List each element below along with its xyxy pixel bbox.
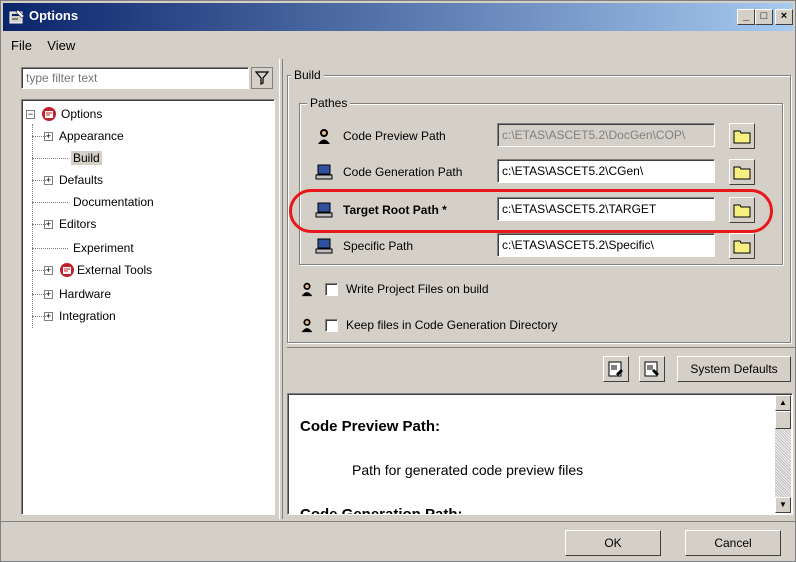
panel-splitter[interactable] (279, 59, 283, 519)
write-project-files-row[interactable]: Write Project Files on build (299, 278, 489, 300)
tree-item-label: Build (71, 151, 102, 165)
help-text-code-preview: Path for generated code preview files (352, 462, 584, 478)
browse-code-generation-button[interactable] (729, 159, 755, 185)
keep-files-row[interactable]: Keep files in Code Generation Directory (299, 314, 557, 336)
highlight-annotation (289, 189, 773, 233)
specific-path-label: Specific Path (343, 239, 414, 253)
help-heading-code-preview: Code Preview Path: (300, 418, 441, 435)
options-tree: − Options + Appearance Build + Defaults … (21, 99, 275, 515)
user-icon (318, 129, 330, 144)
options-root-icon (42, 107, 56, 121)
menu-bar: File View (5, 35, 81, 55)
browse-code-preview-button[interactable] (729, 123, 755, 149)
scroll-up-button[interactable]: ▲ (775, 395, 791, 411)
window-title: Options (29, 8, 79, 23)
tree-item-label: Experiment (73, 241, 134, 255)
help-panel: Code Preview Path: Path for generated co… (287, 393, 793, 515)
browse-specific-button[interactable] (729, 233, 755, 259)
tree-root[interactable]: − Options (26, 104, 102, 124)
tree-item-appearance[interactable]: + Appearance (26, 126, 124, 146)
action-bar: System Defaults (287, 347, 795, 387)
code-preview-path-label: Code Preview Path (343, 129, 446, 143)
maximize-button[interactable]: □ (755, 9, 773, 25)
scroll-down-button[interactable]: ▼ (775, 497, 791, 513)
help-heading-code-generation: Code Generation Path: (300, 506, 463, 515)
specific-path-row: Specific Path (315, 233, 765, 259)
tree-item-label: Integration (59, 309, 116, 323)
tree-item-experiment[interactable]: Experiment (26, 238, 134, 258)
collapse-icon[interactable]: − (26, 109, 35, 119)
tree-item-label: Editors (59, 217, 97, 231)
keep-files-checkbox[interactable] (325, 318, 338, 332)
folder-icon (733, 130, 751, 144)
folder-icon (733, 240, 751, 254)
menu-file[interactable]: File (5, 35, 38, 56)
options-window: Options _ □ × File View − Optio (0, 0, 796, 562)
computer-icon (315, 164, 333, 180)
help-scrollbar[interactable]: ▲ ▼ (775, 395, 791, 513)
pathes-group-label: Pathes (307, 96, 351, 110)
tree-item-label: External Tools (77, 263, 153, 277)
close-button[interactable]: × (775, 9, 793, 25)
write-project-files-label: Write Project Files on build (346, 282, 489, 296)
tree-item-editors[interactable]: + Editors (26, 214, 96, 234)
minimize-button[interactable]: _ (737, 9, 755, 25)
title-bar[interactable]: Options _ □ × (3, 3, 793, 31)
import-settings-button[interactable] (603, 356, 629, 382)
export-settings-button[interactable] (639, 356, 665, 382)
keep-files-label: Keep files in Code Generation Directory (346, 318, 558, 332)
tree-root-label: Options (61, 107, 103, 121)
filter-input[interactable] (21, 67, 249, 89)
tree-item-label: Appearance (59, 129, 124, 143)
tree-item-integration[interactable]: + Integration (26, 306, 116, 326)
user-icon (301, 318, 313, 333)
code-generation-path-label: Code Generation Path (343, 165, 463, 179)
build-group-label: Build (291, 68, 324, 82)
filter-button[interactable] (251, 67, 273, 89)
user-icon (301, 282, 313, 297)
tree-item-hardware[interactable]: + Hardware (26, 284, 111, 304)
tree-item-defaults[interactable]: + Defaults (26, 170, 103, 190)
folder-icon (733, 166, 751, 180)
options-app-icon (9, 9, 25, 24)
menu-view[interactable]: View (41, 35, 81, 56)
filter-icon (255, 71, 269, 85)
code-generation-path-row: Code Generation Path (315, 159, 765, 185)
tree-item-label: Defaults (59, 173, 104, 187)
scroll-track[interactable] (775, 429, 791, 497)
computer-icon (315, 238, 333, 254)
external-tools-icon (60, 263, 74, 277)
tree-item-external-tools[interactable]: + External Tools (26, 260, 152, 280)
tree-item-documentation[interactable]: Documentation (26, 192, 154, 212)
import-icon (608, 361, 623, 377)
write-project-files-checkbox[interactable] (325, 282, 338, 296)
tree-item-label: Documentation (73, 195, 154, 209)
ok-button[interactable]: OK (565, 530, 661, 556)
specific-path-field[interactable] (497, 233, 715, 257)
code-preview-path-field[interactable] (497, 123, 715, 147)
dialog-button-bar: OK Cancel (1, 521, 795, 561)
tree-item-label: Hardware (59, 287, 112, 301)
scroll-thumb[interactable] (775, 411, 791, 429)
export-icon (644, 361, 659, 377)
code-generation-path-field[interactable] (497, 159, 715, 183)
left-panel: − Options + Appearance Build (15, 65, 277, 515)
cancel-button[interactable]: Cancel (685, 530, 781, 556)
code-preview-path-row: Code Preview Path (315, 123, 765, 149)
tree-item-build[interactable]: Build (26, 148, 102, 168)
system-defaults-button[interactable]: System Defaults (677, 356, 791, 382)
